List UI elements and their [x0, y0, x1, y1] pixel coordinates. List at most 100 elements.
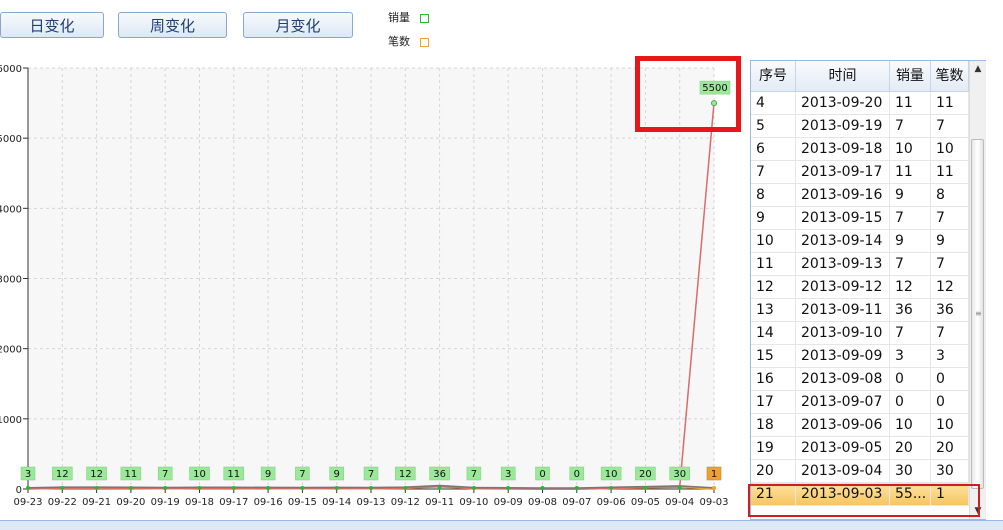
legend-swatch-icon: [420, 37, 429, 47]
table-row[interactable]: 20 2013-09-04 30 30: [751, 460, 969, 483]
data-point: [471, 486, 476, 490]
scroll-up-icon[interactable]: ▲: [970, 61, 986, 77]
grid-body: 4 2013-09-20 11 11 5 2013-09-19 7 7 6 2013-09-18 1…: [751, 92, 969, 515]
data-point: [506, 486, 511, 490]
table-row[interactable]: 17 2013-09-07 0 0: [751, 391, 969, 414]
data-point: [266, 486, 271, 490]
data-point: [403, 486, 408, 490]
data-label: 12: [56, 469, 69, 480]
cell-index: 18: [751, 414, 796, 437]
column-header-sales[interactable]: 销量: [890, 61, 931, 91]
cell-time: 2013-09-12: [796, 276, 890, 299]
cell-count: 10: [931, 138, 969, 161]
table-row[interactable]: 9 2013-09-15 7 7: [751, 207, 969, 230]
cell-sales: 3: [890, 345, 931, 368]
x-tick-label: 09-16: [254, 497, 283, 508]
x-tick-label: 09-18: [185, 497, 214, 508]
cell-time: 2013-09-08: [796, 368, 890, 391]
legend-item-count[interactable]: 笔数: [388, 33, 429, 49]
cell-index: 15: [751, 345, 796, 368]
cell-index: 6: [751, 138, 796, 161]
table-row[interactable]: 4 2013-09-20 11 11: [751, 92, 969, 115]
x-tick-label: 09-06: [597, 497, 626, 508]
cell-index: 11: [751, 253, 796, 276]
cell-time: 2013-09-10: [796, 322, 890, 345]
cell-count: 7: [931, 207, 969, 230]
cell-count: 0: [931, 391, 969, 414]
x-tick-label: 09-04: [665, 497, 694, 508]
table-row[interactable]: 14 2013-09-10 7 7: [751, 322, 969, 345]
vertical-scrollbar[interactable]: ▲ ≡ ▼: [969, 61, 986, 519]
column-header-count[interactable]: 笔数: [931, 61, 969, 91]
cell-time: 2013-09-11: [796, 299, 890, 322]
cell-count: 10: [931, 414, 969, 437]
x-tick-label: 09-13: [356, 497, 385, 508]
cell-index: 17: [751, 391, 796, 414]
y-tick-label: 3000: [0, 275, 22, 286]
table-row[interactable]: 6 2013-09-18 10 10: [751, 138, 969, 161]
cell-sales: 0: [890, 368, 931, 391]
cell-count: 30: [931, 460, 969, 483]
cell-index: 14: [751, 322, 796, 345]
x-tick-label: 09-22: [48, 497, 77, 508]
cell-time: 2013-09-20: [796, 92, 890, 115]
data-label: 30: [673, 469, 686, 480]
legend-label: 笔数: [388, 35, 410, 48]
column-header-time[interactable]: 时间: [796, 61, 890, 91]
toolbar: 日变化 周变化 月变化 销量 笔数: [0, 0, 1003, 58]
table-row[interactable]: 10 2013-09-14 9 9: [751, 230, 969, 253]
data-label: 3: [505, 469, 511, 480]
cell-index: 16: [751, 368, 796, 391]
table-row[interactable]: 7 2013-09-17 11 11: [751, 161, 969, 184]
cell-sales: 20: [890, 437, 931, 460]
highlight-box-peak: [635, 56, 741, 132]
cell-index: 10: [751, 230, 796, 253]
table-row[interactable]: 12 2013-09-12 12 12: [751, 276, 969, 299]
column-header-index[interactable]: 序号: [751, 61, 796, 91]
x-tick-label: 09-23: [13, 497, 42, 508]
x-tick-label: 09-08: [528, 497, 557, 508]
cell-count: 7: [931, 322, 969, 345]
y-tick-label: 1000: [0, 415, 22, 426]
data-point: [26, 486, 30, 490]
table-row[interactable]: 13 2013-09-11 36 36: [751, 299, 969, 322]
data-label: 7: [299, 469, 305, 480]
table-row[interactable]: 16 2013-09-08 0 0: [751, 368, 969, 391]
data-label: 11: [227, 469, 240, 480]
cell-sales: 7: [890, 322, 931, 345]
data-label: 3: [25, 469, 31, 480]
legend-label: 销量: [388, 11, 410, 24]
monthly-change-button[interactable]: 月变化: [243, 12, 353, 38]
cell-count: 11: [931, 92, 969, 115]
data-point: [197, 486, 202, 490]
data-label: 10: [605, 469, 618, 480]
daily-change-button[interactable]: 日变化: [0, 12, 104, 38]
cell-sales: 10: [890, 414, 931, 437]
weekly-change-button[interactable]: 周变化: [118, 12, 227, 38]
data-label: 20: [639, 469, 652, 480]
data-label: 12: [90, 469, 103, 480]
table-row[interactable]: 5 2013-09-19 7 7: [751, 115, 969, 138]
table-row[interactable]: 8 2013-09-16 9 8: [751, 184, 969, 207]
cell-sales: 11: [890, 161, 931, 184]
cell-index: 12: [751, 276, 796, 299]
cell-count: 7: [931, 115, 969, 138]
table-row[interactable]: 15 2013-09-09 3 3: [751, 345, 969, 368]
data-point: [437, 486, 442, 490]
scrollbar-thumb[interactable]: ≡: [971, 139, 984, 489]
data-label: 7: [368, 469, 374, 480]
data-label: 7: [471, 469, 477, 480]
y-tick-label: 4000: [0, 204, 22, 215]
cell-time: 2013-09-19: [796, 115, 890, 138]
data-grid: 序号 时间 销量 笔数 4 2013-09-20 11 11 5 2013-09-19 7 7…: [750, 60, 986, 520]
x-tick-label: 09-17: [219, 497, 248, 508]
data-point: [334, 486, 339, 490]
cell-count: 12: [931, 276, 969, 299]
legend-item-sales[interactable]: 销量: [388, 9, 429, 25]
table-row[interactable]: 19 2013-09-05 20 20: [751, 437, 969, 460]
table-row[interactable]: 18 2013-09-06 10 10: [751, 414, 969, 437]
table-row[interactable]: 11 2013-09-13 7 7: [751, 253, 969, 276]
data-point: [643, 486, 648, 490]
data-point: [540, 486, 545, 490]
data-point: [94, 486, 99, 490]
